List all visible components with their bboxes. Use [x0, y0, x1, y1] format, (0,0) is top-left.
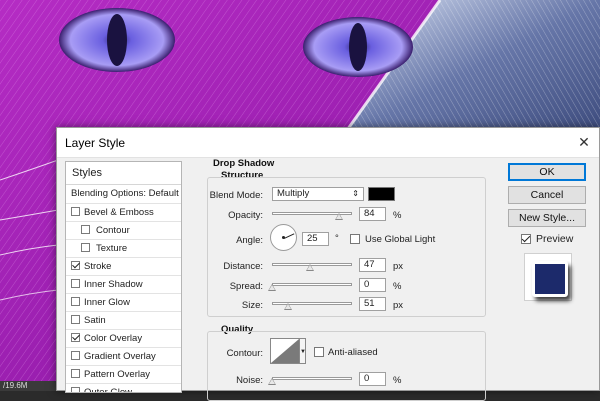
contour-curve-icon	[271, 339, 299, 363]
spread-input[interactable]: 0	[359, 278, 386, 292]
spread-slider[interactable]	[272, 283, 352, 286]
style-item-label: Outer Glow	[84, 387, 133, 393]
styles-header[interactable]: Styles	[66, 162, 181, 185]
style-item-checkbox[interactable]	[71, 207, 80, 216]
use-global-light-label: Use Global Light	[365, 234, 436, 245]
style-item-checkbox[interactable]	[71, 261, 80, 270]
angle-unit: °	[335, 233, 339, 244]
layer-style-dialog: Layer Style ✕ Styles Blending Options: D…	[56, 127, 600, 401]
spread-unit: %	[393, 281, 402, 292]
ok-button[interactable]: OK	[508, 163, 586, 181]
style-item-checkbox[interactable]	[71, 387, 80, 392]
dialog-titlebar[interactable]: Layer Style ✕	[57, 128, 599, 158]
spread-label: Spread:	[229, 281, 263, 292]
preview-checkbox[interactable]	[521, 234, 531, 244]
blend-mode-select[interactable]: Multiply ⇕	[272, 187, 364, 201]
style-item[interactable]: Stroke	[66, 258, 181, 276]
style-item-checkbox[interactable]	[81, 225, 90, 234]
style-item-label: Color Overlay	[84, 333, 143, 344]
style-item[interactable]: Contour	[66, 222, 181, 240]
style-item-label: Texture	[96, 243, 128, 254]
style-item[interactable]: Pattern Overlay	[66, 366, 181, 384]
use-global-light-checkbox[interactable]	[350, 234, 360, 244]
angle-hub	[282, 236, 285, 239]
distance-input[interactable]: 47	[359, 258, 386, 272]
style-item-label: Contour	[96, 225, 130, 236]
anti-aliased-label: Anti-aliased	[328, 347, 378, 358]
style-item[interactable]: Inner Glow	[66, 294, 181, 312]
anti-aliased-checkbox[interactable]	[314, 347, 324, 357]
style-item-checkbox[interactable]	[81, 243, 90, 252]
style-item[interactable]: Color Overlay	[66, 330, 181, 348]
contour-label: Contour:	[226, 348, 263, 359]
status-bar: /19.6M	[0, 381, 63, 391]
dialog-title: Layer Style	[65, 136, 126, 150]
style-item-checkbox[interactable]	[71, 279, 80, 288]
noise-unit: %	[393, 375, 402, 386]
size-label: Size:	[241, 300, 263, 311]
document-size-text: /19.6M	[3, 381, 28, 390]
noise-slider-thumb[interactable]	[268, 378, 276, 385]
angle-input[interactable]: 25	[302, 232, 329, 246]
style-item-label: Inner Shadow	[84, 279, 143, 290]
distance-unit: px	[393, 261, 404, 272]
style-item-label: Satin	[84, 315, 106, 326]
opacity-label: Opacity:	[228, 210, 263, 221]
style-item-checkbox[interactable]	[71, 351, 80, 360]
noise-label: Noise:	[236, 375, 263, 386]
style-preview	[524, 253, 572, 301]
angle-dial[interactable]	[270, 224, 297, 251]
opacity-unit: %	[393, 210, 402, 221]
noise-input[interactable]: 0	[359, 372, 386, 386]
style-item-label: Bevel & Emboss	[84, 207, 154, 218]
distance-slider-thumb[interactable]	[305, 264, 314, 271]
style-item-label: Stroke	[84, 261, 112, 272]
preview-label: Preview	[536, 233, 574, 245]
style-item[interactable]: Satin	[66, 312, 181, 330]
chevron-down-icon[interactable]: ▼	[300, 338, 306, 364]
style-item[interactable]: Gradient Overlay	[66, 348, 181, 366]
angle-label: Angle:	[236, 235, 263, 246]
noise-slider[interactable]	[272, 377, 352, 380]
preview-sample	[532, 261, 568, 297]
size-unit: px	[393, 300, 404, 311]
drop-shadow-title: Drop Shadow	[213, 158, 275, 169]
close-icon[interactable]: ✕	[573, 132, 595, 152]
distance-label: Distance:	[223, 261, 263, 272]
blend-mode-label: Blend Mode:	[209, 190, 263, 201]
style-item-label: Inner Glow	[84, 297, 130, 308]
style-item[interactable]: Bevel & Emboss	[66, 204, 181, 222]
styles-list: Styles Blending Options: Default Bevel &…	[65, 161, 182, 393]
style-item-checkbox[interactable]	[71, 369, 80, 378]
angle-hand	[284, 233, 295, 239]
spread-slider-thumb[interactable]	[268, 284, 276, 291]
cancel-button[interactable]: Cancel	[508, 186, 586, 204]
style-item-checkbox[interactable]	[71, 333, 80, 342]
style-item[interactable]: Texture	[66, 240, 181, 258]
opacity-slider-thumb[interactable]	[335, 213, 344, 220]
style-item[interactable]: Outer Glow	[66, 384, 181, 393]
style-item-checkbox[interactable]	[71, 297, 80, 306]
shadow-color-swatch[interactable]	[368, 187, 395, 201]
chevron-updown-icon: ⇕	[352, 189, 359, 198]
style-item-label: Pattern Overlay	[84, 369, 150, 380]
blending-options-item[interactable]: Blending Options: Default	[66, 185, 181, 204]
contour-preview[interactable]	[270, 338, 300, 364]
style-item-label: Gradient Overlay	[84, 351, 156, 362]
size-input[interactable]: 51	[359, 297, 386, 311]
blend-mode-value: Multiply	[277, 188, 310, 199]
style-item-checkbox[interactable]	[71, 315, 80, 324]
size-slider-thumb[interactable]	[284, 303, 292, 310]
opacity-input[interactable]: 84	[359, 207, 386, 221]
new-style-button[interactable]: New Style...	[508, 209, 586, 227]
style-item[interactable]: Inner Shadow	[66, 276, 181, 294]
